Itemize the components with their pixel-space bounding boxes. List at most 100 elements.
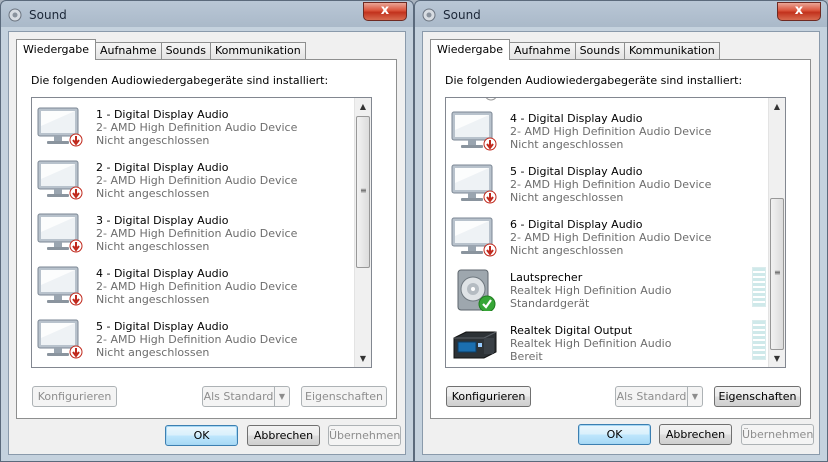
- dialog-client-area: Wiedergabe Aufnahme Sounds Kommunikation…: [422, 31, 820, 455]
- grip-icon: ≡: [360, 186, 367, 195]
- device-item[interactable]: 4 - Digital Display Audio 2- AMD High De…: [446, 104, 768, 157]
- device-driver: 2- AMD High Definition Audio Device: [510, 231, 712, 244]
- configure-button[interactable]: Konfigurieren: [32, 386, 117, 407]
- tab-strip: Wiedergabe Aufnahme Sounds Kommunikation: [16, 38, 306, 60]
- device-name: 5 - Digital Display Audio: [96, 320, 229, 333]
- device-driver: 2- AMD High Definition Audio Device: [96, 227, 298, 240]
- sound-dialog-right: Sound x Wiedergabe Aufnahme Sounds Kommu…: [414, 0, 828, 462]
- scroll-up-icon[interactable]: ▲: [769, 98, 785, 115]
- device-status: Bereit: [510, 350, 543, 363]
- scroll-up-icon[interactable]: ▲: [355, 98, 371, 115]
- properties-button[interactable]: Eigenschaften: [714, 386, 801, 407]
- device-status: Nicht angeschlossen: [510, 138, 624, 151]
- monitor-disconnected-icon: [451, 217, 497, 257]
- device-status: Nicht angeschlossen: [96, 346, 210, 359]
- properties-button[interactable]: Eigenschaften: [301, 386, 387, 407]
- device-status: Nicht angeschlossen: [510, 244, 624, 257]
- apply-button[interactable]: Übernehmen: [328, 425, 401, 446]
- tab-kommunikation[interactable]: Kommunikation: [623, 42, 720, 60]
- set-default-button[interactable]: Als Standard ▼: [202, 386, 290, 407]
- cancel-button[interactable]: Abbrechen: [247, 425, 320, 446]
- set-default-label: Als Standard: [203, 390, 274, 403]
- cancel-button[interactable]: Abbrechen: [659, 424, 732, 445]
- device-name: 3 - Digital Display Audio: [96, 214, 229, 227]
- device-item[interactable]: 1 - Digital Display Audio 2- AMD High De…: [32, 100, 354, 153]
- set-default-button[interactable]: Als Standard ▼: [615, 386, 703, 407]
- tab-wiedergabe[interactable]: Wiedergabe: [430, 39, 511, 60]
- vertical-scrollbar[interactable]: ▲ ≡ ▼: [768, 98, 785, 367]
- title-bar[interactable]: Sound x: [1, 1, 413, 29]
- speaker-default-icon: [456, 269, 497, 311]
- device-name: 1 - Digital Display Audio: [96, 108, 229, 121]
- device-list[interactable]: 4 - Digital Display Audio 2- AMD High De…: [445, 97, 786, 368]
- volume-meter: [752, 267, 766, 307]
- chevron-down-icon[interactable]: ▼: [274, 387, 289, 406]
- tab-wiedergabe[interactable]: Wiedergabe: [16, 39, 97, 60]
- monitor-disconnected-icon: [451, 111, 497, 151]
- device-driver: 2- AMD High Definition Audio Device: [96, 333, 298, 346]
- scroll-down-icon[interactable]: ▼: [769, 350, 785, 367]
- ok-button[interactable]: OK: [578, 424, 651, 445]
- device-driver: Realtek High Definition Audio: [510, 337, 672, 350]
- device-item[interactable]: 4 - Digital Display Audio 2- AMD High De…: [32, 259, 354, 312]
- device-status: Nicht angeschlossen: [96, 293, 210, 306]
- tab-panel: Die folgenden Audiowiedergabegeräte sind…: [430, 59, 811, 419]
- tab-kommunikation[interactable]: Kommunikation: [209, 42, 306, 60]
- panel-description: Die folgenden Audiowiedergabegeräte sind…: [445, 74, 743, 87]
- apply-button[interactable]: Übernehmen: [741, 424, 814, 445]
- close-icon: x: [380, 3, 390, 18]
- scrollbar-thumb[interactable]: ≡: [356, 116, 370, 268]
- scroll-down-icon[interactable]: ▼: [355, 350, 371, 367]
- device-status: Nicht angeschlossen: [510, 191, 624, 204]
- dialog-client-area: Wiedergabe Aufnahme Sounds Kommunikation…: [8, 31, 406, 455]
- device-list[interactable]: 1 - Digital Display Audio 2- AMD High De…: [31, 97, 372, 368]
- device-item[interactable]: 3 - Digital Display Audio 2- AMD High De…: [32, 206, 354, 259]
- scrollbar-thumb[interactable]: ≡: [770, 198, 784, 350]
- device-status: Nicht angeschlossen: [96, 240, 210, 253]
- configure-button[interactable]: Konfigurieren: [446, 386, 531, 407]
- monitor-disconnected-icon: [37, 107, 83, 147]
- sound-app-icon: [422, 8, 436, 22]
- device-name: 6 - Digital Display Audio: [510, 218, 643, 231]
- window-title: Sound: [443, 8, 481, 22]
- device-driver: 2- AMD High Definition Audio Device: [510, 178, 712, 191]
- chevron-down-icon[interactable]: ▼: [687, 387, 702, 406]
- device-item[interactable]: Realtek Digital Output Realtek High Defi…: [446, 316, 768, 367]
- sound-app-icon: [8, 8, 22, 22]
- device-item[interactable]: 5 - Digital Display Audio 2- AMD High De…: [446, 157, 768, 210]
- device-name: Realtek Digital Output: [510, 324, 633, 337]
- grip-icon: ≡: [774, 268, 781, 277]
- monitor-disconnected-icon: [37, 266, 83, 306]
- tab-sounds[interactable]: Sounds: [160, 42, 211, 60]
- device-name: 5 - Digital Display Audio: [510, 165, 643, 178]
- device-name: 4 - Digital Display Audio: [96, 267, 229, 280]
- title-bar[interactable]: Sound x: [415, 1, 827, 29]
- device-item[interactable]: 5 - Digital Display Audio 2- AMD High De…: [32, 312, 354, 365]
- device-status: Nicht angeschlossen: [96, 187, 210, 200]
- device-item-default[interactable]: Lautsprecher Realtek High Definition Aud…: [446, 263, 768, 316]
- tab-strip: Wiedergabe Aufnahme Sounds Kommunikation: [430, 38, 720, 60]
- close-icon: x: [794, 3, 804, 18]
- monitor-disconnected-icon: [37, 213, 83, 253]
- device-item[interactable]: 6 - Digital Display Audio 2- AMD High De…: [446, 210, 768, 263]
- sound-dialog-left: Sound x Wiedergabe Aufnahme Sounds Kommu…: [0, 0, 414, 462]
- device-item[interactable]: 2 - Digital Display Audio 2- AMD High De…: [32, 153, 354, 206]
- digital-output-icon: [453, 331, 497, 359]
- monitor-disconnected-icon: [37, 160, 83, 200]
- device-name: 2 - Digital Display Audio: [96, 161, 229, 174]
- device-driver: 2- AMD High Definition Audio Device: [96, 121, 298, 134]
- tab-panel: Die folgenden Audiowiedergabegeräte sind…: [16, 59, 397, 419]
- device-name: Lautsprecher: [510, 271, 583, 284]
- device-driver: 2- AMD High Definition Audio Device: [96, 174, 298, 187]
- ok-button[interactable]: OK: [165, 425, 238, 446]
- window-title: Sound: [29, 8, 67, 22]
- device-name: 4 - Digital Display Audio: [510, 112, 643, 125]
- device-status: Nicht angeschlossen: [96, 134, 210, 147]
- close-button[interactable]: x: [363, 2, 407, 21]
- close-button[interactable]: x: [777, 2, 821, 21]
- tab-sounds[interactable]: Sounds: [574, 42, 625, 60]
- device-driver: 2- AMD High Definition Audio Device: [510, 125, 712, 138]
- tab-aufnahme[interactable]: Aufnahme: [509, 42, 576, 60]
- vertical-scrollbar[interactable]: ▲ ≡ ▼: [354, 98, 371, 367]
- tab-aufnahme[interactable]: Aufnahme: [95, 42, 162, 60]
